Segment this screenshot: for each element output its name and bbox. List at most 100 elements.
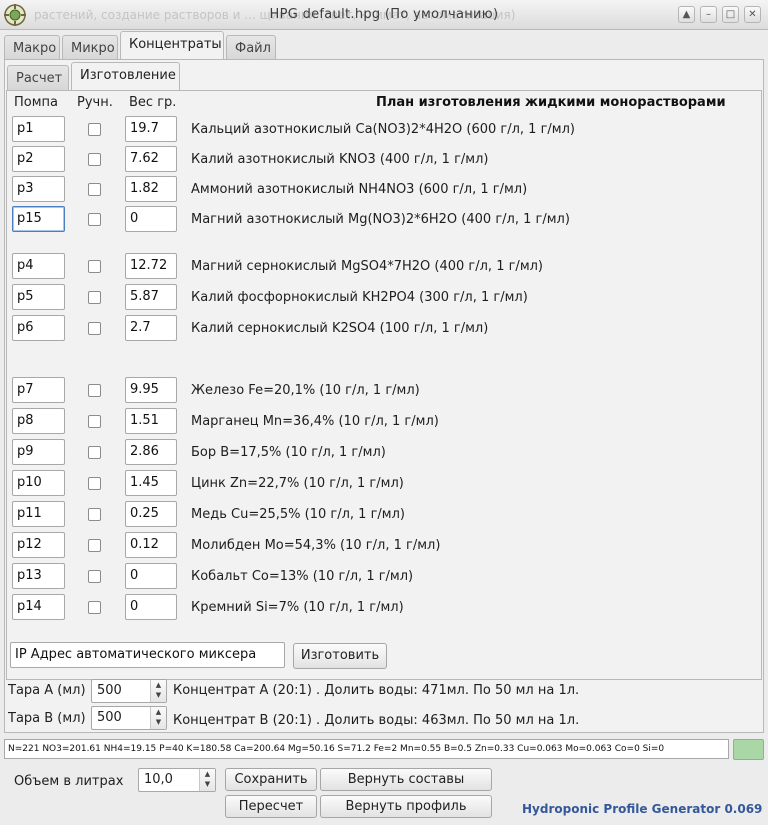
pump-input[interactable]: p9	[12, 439, 65, 465]
shade-window-button[interactable]: ▲	[678, 6, 695, 23]
tab-calculation[interactable]: Расчет	[7, 65, 69, 91]
tara-b-label: Тара B (мл)	[8, 711, 86, 726]
tab-macro[interactable]: Макро	[4, 35, 60, 61]
reagent-label: Калий сернокислый K2SO4 (100 г/л, 1 г/мл…	[191, 321, 489, 336]
manual-checkbox[interactable]	[88, 153, 101, 166]
minimize-button[interactable]: –	[700, 6, 717, 23]
header-weight: Вес гр.	[129, 95, 177, 110]
reagent-label: Марганец Mn=36,4% (10 г/л, 1 г/мл)	[191, 414, 439, 429]
pump-input[interactable]: p1	[12, 116, 65, 142]
weight-input[interactable]: 0	[125, 594, 177, 620]
volume-spinbox[interactable]: 10,0 ▲ ▼	[138, 768, 216, 792]
close-button[interactable]: ✕	[744, 6, 761, 23]
reagent-label: Молибден Mo=54,3% (10 г/л, 1 г/мл)	[191, 538, 441, 553]
minimize-icon: –	[706, 9, 711, 20]
chevron-up-icon: ▲	[682, 9, 691, 20]
manual-checkbox[interactable]	[88, 183, 101, 196]
manual-checkbox[interactable]	[88, 601, 101, 614]
reagent-label: Бор B=17,5% (10 г/л, 1 г/мл)	[191, 445, 386, 460]
tara-b-spinbox[interactable]: 500 ▲ ▼	[91, 706, 167, 730]
spin-arrows-icon[interactable]: ▲ ▼	[150, 680, 166, 702]
plan-title: План изготовления жидкими монорастворами	[376, 95, 726, 110]
tab-concentrates[interactable]: Концентраты	[120, 31, 224, 60]
pump-input[interactable]: p14	[12, 594, 65, 620]
maximize-icon: □	[725, 9, 736, 20]
tab-label: Расчет	[16, 71, 63, 86]
title-bar[interactable]: растений, создание растворов и ... щиван…	[0, 0, 768, 30]
manual-checkbox[interactable]	[88, 322, 101, 335]
status-indicator	[733, 739, 764, 760]
reagent-label: Аммоний азотнокислый NH4NO3 (600 г/л, 1 …	[191, 182, 528, 197]
recalc-button[interactable]: Пересчет	[225, 795, 317, 818]
manual-checkbox[interactable]	[88, 477, 101, 490]
pump-input[interactable]: p13	[12, 563, 65, 589]
tara-a-value: 500	[97, 683, 122, 698]
reagent-label: Медь Cu=25,5% (10 г/л, 1 г/мл)	[191, 507, 405, 522]
profile-status-field[interactable]: N=221 NO3=201.61 NH4=19.15 P=40 K=180.58…	[4, 739, 729, 759]
reagent-label: Калий азотнокислый KNO3 (400 г/л, 1 г/мл…	[191, 152, 489, 167]
weight-input[interactable]: 7.62	[125, 146, 177, 172]
weight-input[interactable]: 0.25	[125, 501, 177, 527]
manual-checkbox[interactable]	[88, 291, 101, 304]
header-manual: Ручн.	[77, 95, 113, 110]
manual-checkbox[interactable]	[88, 384, 101, 397]
pump-input[interactable]: p10	[12, 470, 65, 496]
tara-a-info: Концентрат A (20:1) . Долить воды: 471мл…	[173, 683, 580, 698]
manual-checkbox[interactable]	[88, 213, 101, 226]
pump-input[interactable]: p12	[12, 532, 65, 558]
weight-input[interactable]: 9.95	[125, 377, 177, 403]
weight-input[interactable]: 19.7	[125, 116, 177, 142]
manual-checkbox[interactable]	[88, 446, 101, 459]
reagent-label: Кобальт Co=13% (10 г/л, 1 г/мл)	[191, 569, 414, 584]
pump-input[interactable]: p15	[12, 206, 65, 232]
tara-a-spinbox[interactable]: 500 ▲ ▼	[91, 679, 167, 703]
spin-arrows-icon[interactable]: ▲ ▼	[150, 707, 166, 729]
weight-input[interactable]: 12.72	[125, 253, 177, 279]
tab-micro[interactable]: Микро	[62, 35, 118, 61]
weight-input[interactable]: 0	[125, 563, 177, 589]
weight-input[interactable]: 5.87	[125, 284, 177, 310]
header-pump: Помпа	[14, 95, 59, 110]
weight-input[interactable]: 1.51	[125, 408, 177, 434]
restore-profile-button[interactable]: Вернуть профиль	[320, 795, 492, 818]
manual-checkbox[interactable]	[88, 539, 101, 552]
tara-b-info: Концентрат B (20:1) . Долить воды: 463мл…	[173, 713, 580, 728]
manual-checkbox[interactable]	[88, 260, 101, 273]
make-button[interactable]: Изготовить	[293, 643, 387, 669]
app-brand: Hydroponic Profile Generator 0.069	[522, 802, 763, 816]
tab-file[interactable]: Файл	[226, 35, 276, 61]
manual-checkbox[interactable]	[88, 415, 101, 428]
tab-label: Концентраты	[129, 37, 222, 52]
restore-compositions-button[interactable]: Вернуть составы	[320, 768, 492, 791]
pump-input[interactable]: p5	[12, 284, 65, 310]
pump-input[interactable]: p8	[12, 408, 65, 434]
reagent-label: Магний азотнокислый Mg(NO3)2*6H2O (400 г…	[191, 212, 570, 227]
tab-manufacturing[interactable]: Изготовление	[71, 62, 180, 91]
weight-input[interactable]: 1.82	[125, 176, 177, 202]
mixer-ip-input[interactable]: IP Адрес автоматического миксера	[10, 642, 285, 668]
pump-input[interactable]: p3	[12, 176, 65, 202]
pump-input[interactable]: p7	[12, 377, 65, 403]
maximize-button[interactable]: □	[722, 6, 739, 23]
manual-checkbox[interactable]	[88, 508, 101, 521]
weight-input[interactable]: 1.45	[125, 470, 177, 496]
weight-input[interactable]: 0	[125, 206, 177, 232]
save-button[interactable]: Сохранить	[225, 768, 317, 791]
pump-input[interactable]: p6	[12, 315, 65, 341]
close-icon: ✕	[748, 9, 757, 20]
weight-input[interactable]: 2.86	[125, 439, 177, 465]
pump-input[interactable]: p2	[12, 146, 65, 172]
spin-arrows-icon[interactable]: ▲ ▼	[199, 769, 215, 791]
tab-label: Макро	[13, 41, 57, 56]
weight-input[interactable]: 0.12	[125, 532, 177, 558]
reagent-label: Железо Fe=20,1% (10 г/л, 1 г/мл)	[191, 383, 420, 398]
pump-input[interactable]: p11	[12, 501, 65, 527]
weight-input[interactable]: 2.7	[125, 315, 177, 341]
tara-a-label: Тара A (мл)	[8, 683, 86, 698]
pump-input[interactable]: p4	[12, 253, 65, 279]
manual-checkbox[interactable]	[88, 123, 101, 136]
volume-label: Объем в литрах	[14, 774, 124, 789]
manual-checkbox[interactable]	[88, 570, 101, 583]
reagent-label: Кремний Si=7% (10 г/л, 1 г/мл)	[191, 600, 404, 615]
tab-label: Файл	[235, 41, 271, 56]
